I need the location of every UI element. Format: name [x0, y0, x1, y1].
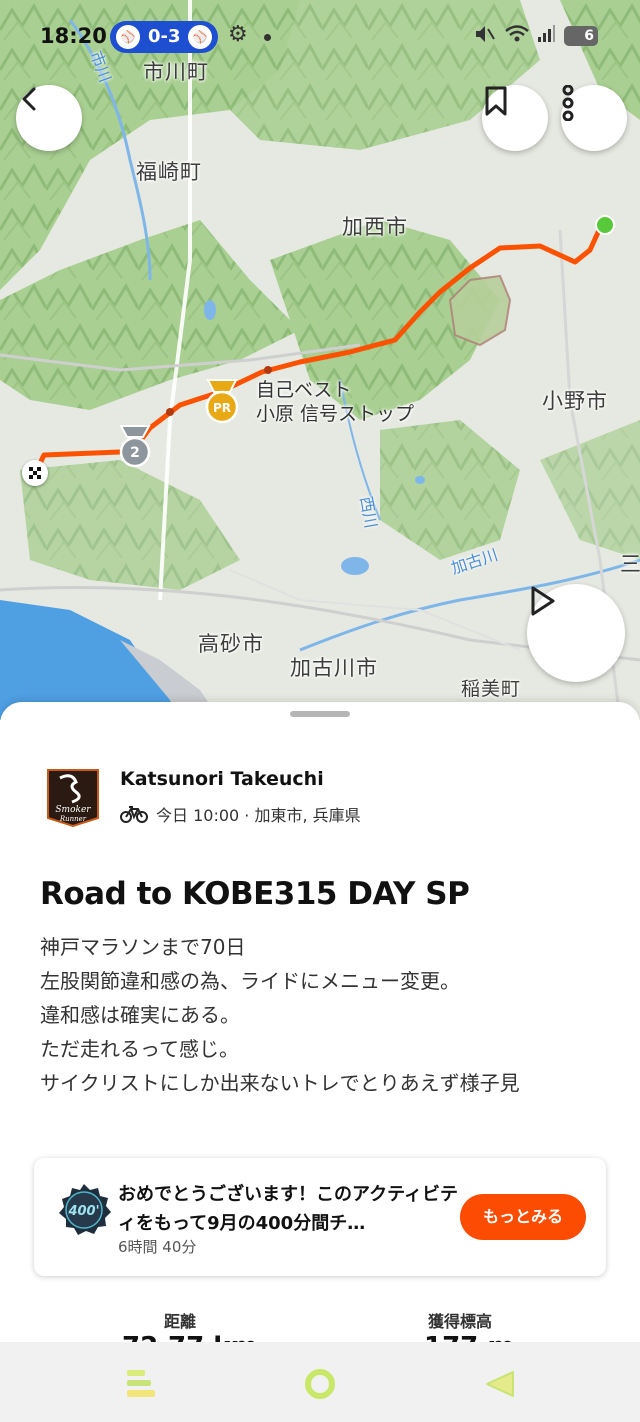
- recent-apps-icon: [127, 1370, 155, 1397]
- achievement-card[interactable]: 400' おめでとうございます！このアクティビティをもって9月の400分間チ… …: [34, 1158, 606, 1276]
- play-flyover-button[interactable]: [527, 584, 625, 682]
- sheet-handle[interactable]: [290, 711, 350, 717]
- bike-icon: [120, 806, 148, 823]
- map-label-kakogawa-city: 加古川市: [290, 656, 378, 680]
- stat-elevation-label: 獲得標高: [428, 1312, 493, 1331]
- map-label-takasago: 高砂市: [198, 632, 264, 656]
- map-label-ichikawa: 市川町: [143, 60, 209, 84]
- map-label-fukusaki: 福崎町: [136, 160, 202, 184]
- segment-label-line2: 小原 信号ストップ: [256, 403, 415, 425]
- stat-distance-label: 距離: [164, 1312, 197, 1331]
- see-more-button[interactable]: もっとみる: [460, 1194, 586, 1240]
- system-back-button[interactable]: [476, 1360, 524, 1408]
- finish-flag-icon: [22, 460, 48, 486]
- more-options-button[interactable]: [561, 85, 627, 151]
- second-place-medal-icon[interactable]: 2: [114, 424, 156, 468]
- back-triangle-icon: [486, 1371, 514, 1397]
- recent-apps-button[interactable]: [116, 1360, 164, 1408]
- svg-text:400': 400': [67, 1204, 99, 1219]
- route-map[interactable]: 市川町 福崎町 加西市 小野市 高砂市 加古川市 稲美町 三 市川 西川 加古川…: [0, 0, 640, 720]
- svg-text:Smoker: Smoker: [55, 805, 91, 815]
- vertical-dots-icon: [562, 85, 574, 121]
- activity-meta: 今日 10:00 · 加東市, 兵庫県: [120, 802, 361, 826]
- pr-medal-icon[interactable]: PR: [200, 378, 244, 424]
- svg-text:Runner: Runner: [59, 815, 87, 823]
- segment-label-line1: 自己ベスト: [256, 379, 352, 401]
- description-line: 左股関節違和感の為、ライドにメニュー変更。: [40, 969, 460, 993]
- team-logo-icon: ⚾: [188, 25, 212, 49]
- achievement-text: おめでとうございます！このアクティビティをもって9月の400分間チ…: [118, 1184, 459, 1234]
- segment-label[interactable]: 自己ベスト 小原 信号ストップ: [256, 378, 414, 426]
- second-medal-text: 2: [130, 445, 140, 461]
- pr-medal-text: PR: [213, 401, 231, 415]
- clock: 18:20: [40, 24, 107, 48]
- battery-icon: 6: [564, 26, 598, 46]
- description-line: 違和感は確実にある。: [40, 1003, 240, 1027]
- system-navigation-bar: [0, 1342, 640, 1422]
- map-label-ono: 小野市: [542, 389, 608, 413]
- bookmark-button[interactable]: [482, 85, 548, 151]
- map-label-mi: 三: [620, 552, 640, 576]
- map-label-inami: 稲美町: [461, 678, 522, 700]
- description-line: ただ走れるって感じ。: [40, 1037, 239, 1061]
- bookmark-icon: [485, 86, 507, 116]
- activity-sheet[interactable]: Smoker Runner Katsunori Takeuchi 今日 10:0…: [0, 702, 640, 1422]
- activity-title: Road to KOBE315 DAY SP: [40, 876, 470, 912]
- score-text: 0-3: [148, 26, 181, 47]
- play-icon: [531, 586, 555, 616]
- athlete-name[interactable]: Katsunori Takeuchi: [120, 768, 324, 790]
- home-icon: [305, 1369, 335, 1399]
- team-logo-icon: ⚾: [116, 25, 140, 49]
- description-line: 神戸マラソンまで70日: [40, 935, 246, 959]
- activity-meta-text: 今日 10:00 · 加東市, 兵庫県: [156, 806, 361, 825]
- score-pill[interactable]: ⚾ 0-3 ⚾: [110, 21, 218, 53]
- badge-icon: 400': [56, 1182, 112, 1238]
- back-button[interactable]: [16, 85, 82, 151]
- notification-dot-icon: [264, 34, 271, 41]
- achievement-time: 6時間 40分: [118, 1238, 197, 1256]
- start-marker: [595, 215, 615, 235]
- chevron-left-icon: [22, 87, 36, 111]
- description-line: サイクリストにしか出来ないトレでとりあえず様子見: [40, 1071, 520, 1095]
- avatar[interactable]: Smoker Runner: [46, 768, 100, 828]
- gear-icon: ⚙: [228, 22, 248, 47]
- home-button[interactable]: [296, 1360, 344, 1408]
- map-label-kasai: 加西市: [342, 215, 408, 239]
- activity-description: 神戸マラソンまで70日 左股関節違和感の為、ライドにメニュー変更。 違和感は確実…: [40, 930, 610, 1100]
- status-bar: 18:20 ⚾ 0-3 ⚾ ⚙ 6: [0, 16, 640, 58]
